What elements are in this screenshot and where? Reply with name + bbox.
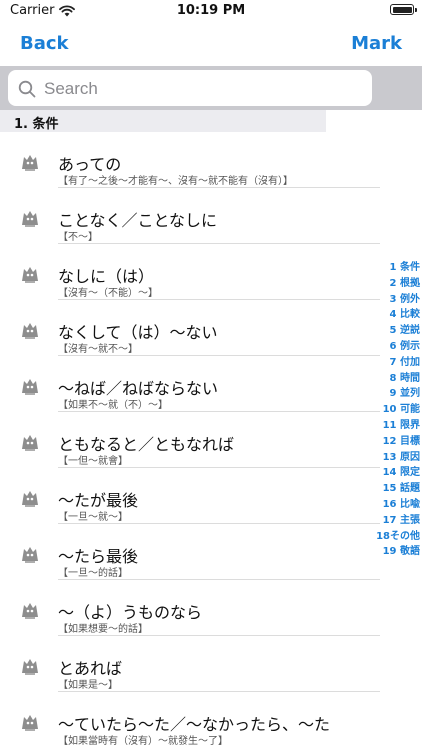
- mascot-icon: [22, 435, 38, 451]
- index-item[interactable]: 15 話題: [374, 481, 420, 497]
- index-item[interactable]: 17 主張: [374, 513, 420, 529]
- index-item[interactable]: 12 目標: [374, 434, 420, 450]
- index-item[interactable]: 2 根拠: [374, 276, 420, 292]
- list-item[interactable]: ～たら最後 【一旦～的話】: [0, 524, 380, 580]
- index-item[interactable]: 1 条件: [374, 260, 420, 276]
- index-item[interactable]: 19 敬語: [374, 544, 420, 560]
- list-item[interactable]: ～たが最後 【一旦～就～】: [0, 468, 380, 524]
- index-item[interactable]: 14 限定: [374, 465, 420, 481]
- index-item[interactable]: 7 付加: [374, 355, 420, 371]
- back-button[interactable]: Back: [20, 33, 69, 54]
- list-item[interactable]: ～ていたら～た／～なかったら、～た 【如果當時有（沒有）～就發生～了】: [0, 692, 380, 748]
- battery-icon: [390, 4, 417, 15]
- item-subtitle: 【如果不～就（不）～】: [58, 400, 168, 411]
- index-item[interactable]: 3 例外: [374, 292, 420, 308]
- mascot-icon: [22, 323, 38, 339]
- list-item[interactable]: ことなく／ことなしに 【不～】: [0, 188, 380, 244]
- item-subtitle: 【如果想要～的話】: [58, 624, 148, 635]
- list-item[interactable]: あっての 【有了～之後～才能有～、沒有～就不能有（沒有）】: [0, 132, 380, 188]
- list-item[interactable]: とあれば 【如果是～】: [0, 636, 380, 692]
- item-subtitle: 【如果是～】: [58, 680, 118, 691]
- search-bar: [0, 66, 422, 110]
- list-item[interactable]: なしに（は） 【沒有～（不能）～】: [0, 244, 380, 300]
- item-subtitle: 【一旦～的話】: [58, 568, 128, 579]
- mascot-icon: [22, 155, 38, 171]
- index-item[interactable]: 18その他: [374, 529, 420, 545]
- item-subtitle: 【沒有～（不能）～】: [58, 288, 158, 299]
- index-item[interactable]: 4 比較: [374, 307, 420, 323]
- index-item[interactable]: 9 並列: [374, 386, 420, 402]
- mascot-icon: [22, 491, 38, 507]
- list-item[interactable]: なくして（は）～ない 【沒有～就不～】: [0, 300, 380, 356]
- index-item[interactable]: 11 限界: [374, 418, 420, 434]
- index-item[interactable]: 6 例示: [374, 339, 420, 355]
- navigation-bar: Back Mark: [0, 22, 422, 66]
- section-index: 1 条件 2 根拠 3 例外 4 比較 5 逆説 6 例示 7 付加 8 時間 …: [374, 260, 420, 560]
- list-item[interactable]: ～ねば／ねばならない 【如果不～就（不）～】: [0, 356, 380, 412]
- index-item[interactable]: 5 逆説: [374, 323, 420, 339]
- mark-button[interactable]: Mark: [351, 33, 402, 54]
- item-subtitle: 【一但～就會】: [58, 456, 128, 467]
- search-field[interactable]: [8, 70, 372, 106]
- index-item[interactable]: 10 可能: [374, 402, 420, 418]
- mascot-icon: [22, 715, 38, 731]
- section-header: 1. 条件: [0, 110, 326, 132]
- item-subtitle: 【不～】: [58, 232, 98, 243]
- index-item[interactable]: 8 時間: [374, 371, 420, 387]
- grammar-list: あっての 【有了～之後～才能有～、沒有～就不能有（沒有）】 ことなく／ことなしに…: [0, 132, 380, 748]
- mascot-icon: [22, 603, 38, 619]
- item-subtitle: 【如果當時有（沒有）～就發生～了】: [58, 736, 228, 747]
- status-time: 10:19 PM: [176, 3, 246, 18]
- mascot-icon: [22, 379, 38, 395]
- list-item[interactable]: ともなると／ともなれば 【一但～就會】: [0, 412, 380, 468]
- item-subtitle: 【有了～之後～才能有～、沒有～就不能有（沒有）】: [58, 176, 293, 187]
- item-subtitle: 【沒有～就不～】: [58, 344, 138, 355]
- search-input[interactable]: [42, 75, 366, 103]
- index-item[interactable]: 13 原因: [374, 450, 420, 466]
- mascot-icon: [22, 211, 38, 227]
- item-subtitle: 【一旦～就～】: [58, 512, 128, 523]
- mascot-icon: [22, 267, 38, 283]
- index-item[interactable]: 16 比喩: [374, 497, 420, 513]
- status-bar: Carrier 10:19 PM: [0, 0, 422, 22]
- section-title: 1. 条件: [14, 117, 59, 132]
- list-item[interactable]: ～（よ）うものなら 【如果想要～的話】: [0, 580, 380, 636]
- search-icon: [18, 80, 36, 98]
- mascot-icon: [22, 547, 38, 563]
- mascot-icon: [22, 659, 38, 675]
